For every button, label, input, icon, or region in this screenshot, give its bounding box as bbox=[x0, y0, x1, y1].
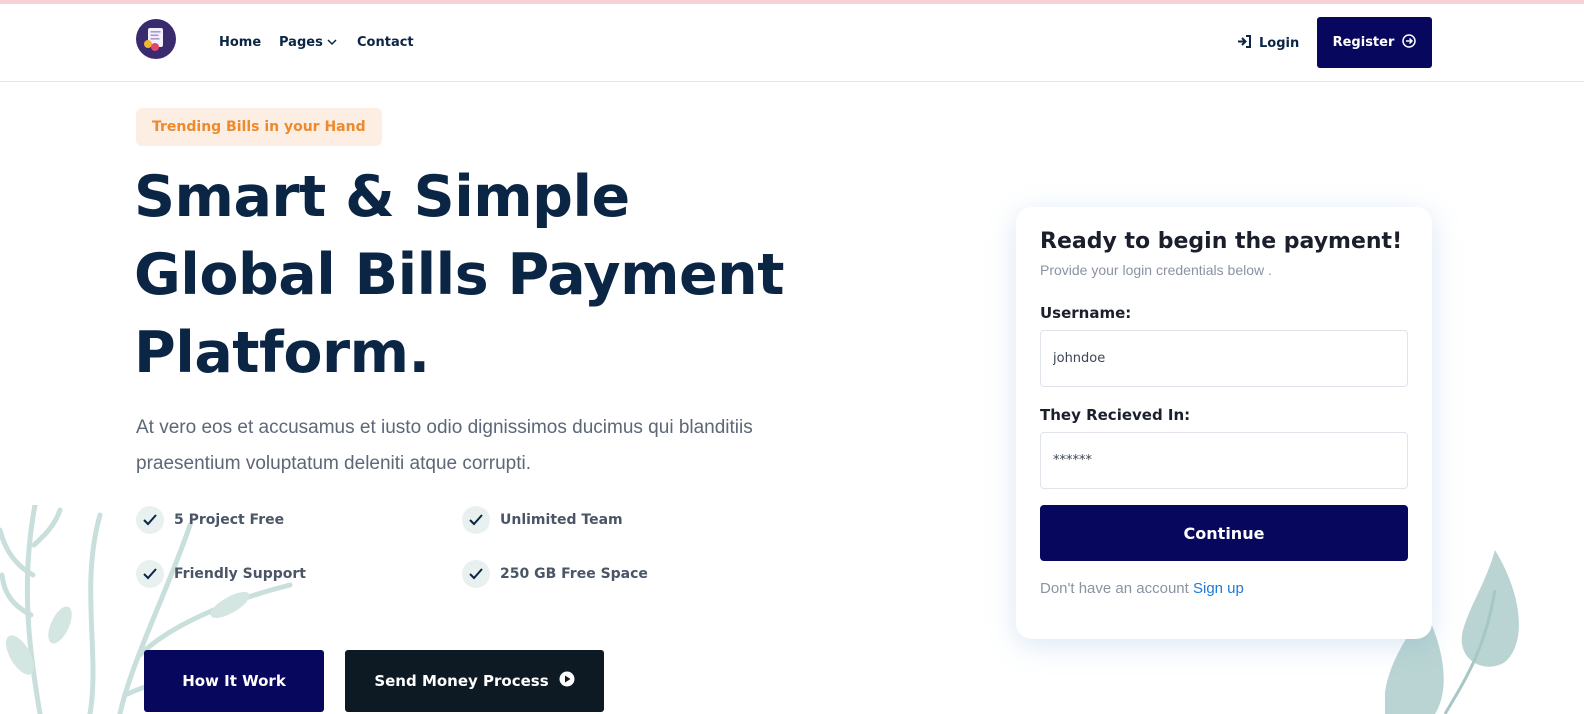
nav-pages[interactable]: Pages bbox=[279, 35, 337, 50]
nav-contact[interactable]: Contact bbox=[357, 35, 414, 50]
register-label: Register bbox=[1332, 35, 1395, 50]
card-title: Ready to begin the payment! bbox=[1040, 229, 1403, 254]
signup-prompt: Don't have an account Sign up bbox=[1040, 580, 1244, 597]
feature-item: 250 GB Free Space bbox=[462, 560, 648, 588]
card-subtitle: Provide your login credentials below . bbox=[1040, 262, 1272, 278]
signup-link[interactable]: Sign up bbox=[1193, 580, 1244, 597]
feature-label: 5 Project Free bbox=[174, 512, 285, 528]
feature-label: Friendly Support bbox=[174, 566, 306, 582]
username-input[interactable] bbox=[1040, 330, 1408, 387]
nav-home[interactable]: Home bbox=[219, 35, 261, 50]
hero-description: At vero eos et accusamus et iusto odio d… bbox=[136, 417, 753, 474]
login-card: Ready to begin the payment! Provide your… bbox=[1016, 207, 1432, 639]
register-button[interactable]: Register bbox=[1317, 17, 1432, 68]
chevron-down-icon bbox=[327, 35, 337, 50]
check-icon bbox=[136, 506, 164, 534]
send-money-process-button[interactable]: Send Money Process bbox=[345, 650, 604, 712]
how-it-work-button[interactable]: How It Work bbox=[144, 650, 324, 712]
password-label: They Recieved In: bbox=[1040, 406, 1191, 424]
hero-title-line-3: Platform. bbox=[134, 320, 430, 386]
check-icon bbox=[462, 560, 490, 588]
send-money-label: Send Money Process bbox=[374, 672, 549, 690]
hero-title-line-1: Smart & Simple bbox=[134, 164, 630, 230]
hero-title: Smart & Simple Global Bills Payment Plat… bbox=[134, 158, 854, 392]
navbar: Home Pages Contact Login Register bbox=[0, 4, 1584, 82]
feature-item: 5 Project Free bbox=[136, 506, 284, 534]
nav-pages-label: Pages bbox=[279, 35, 323, 50]
no-account-text: Don't have an account bbox=[1040, 580, 1189, 597]
bill-logo-icon[interactable] bbox=[136, 19, 176, 59]
login-link[interactable]: Login bbox=[1237, 35, 1299, 52]
hero-title-line-2: Global Bills Payment bbox=[134, 242, 784, 308]
password-input[interactable] bbox=[1040, 432, 1408, 489]
feature-item: Friendly Support bbox=[136, 560, 306, 588]
sign-in-icon bbox=[1237, 35, 1251, 52]
check-icon bbox=[462, 506, 490, 534]
continue-button[interactable]: Continue bbox=[1040, 505, 1408, 561]
arrow-circle-right-icon bbox=[1402, 33, 1417, 52]
login-label: Login bbox=[1259, 36, 1300, 51]
play-circle-icon bbox=[559, 671, 575, 691]
feature-label: Unlimited Team bbox=[500, 512, 623, 528]
trending-badge: Trending Bills in your Hand bbox=[136, 108, 382, 146]
feature-item: Unlimited Team bbox=[462, 506, 623, 534]
username-label: Username: bbox=[1040, 304, 1132, 322]
check-icon bbox=[136, 560, 164, 588]
feature-label: 250 GB Free Space bbox=[500, 566, 648, 582]
